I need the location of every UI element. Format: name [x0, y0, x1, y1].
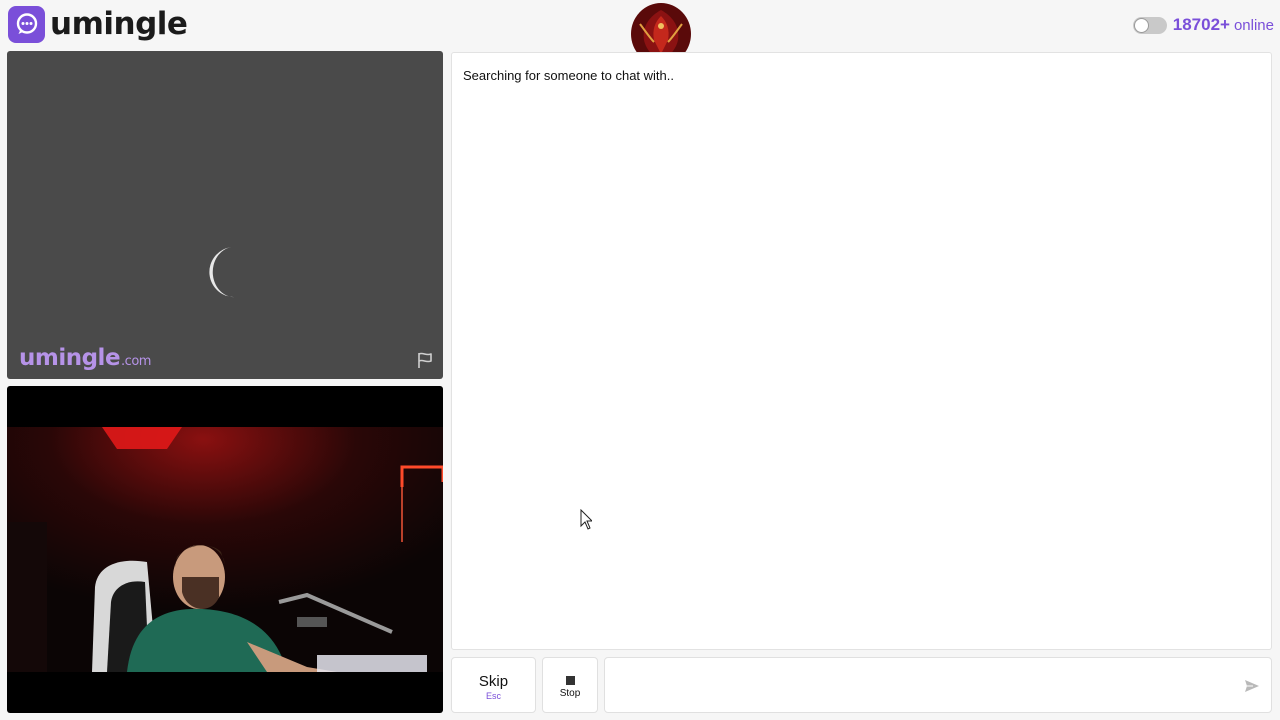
- flag-icon[interactable]: [415, 351, 435, 369]
- local-camera-video: [7, 386, 443, 713]
- brand-logo[interactable]: umingle: [8, 5, 188, 43]
- watermark-tld: .com: [121, 354, 151, 369]
- online-status: 18702+ online: [1132, 14, 1274, 36]
- online-label: online: [1233, 16, 1274, 34]
- theme-toggle[interactable]: [1132, 16, 1167, 34]
- watermark-name: umingle: [19, 345, 121, 371]
- loading-spinner-icon: [199, 237, 263, 301]
- stop-button[interactable]: Stop: [542, 657, 598, 713]
- status-message: Searching for someone to chat with..: [463, 68, 675, 83]
- send-icon[interactable]: [1243, 677, 1261, 695]
- message-box: [604, 657, 1272, 713]
- skip-label: Skip: [478, 673, 509, 690]
- chat-log: Searching for someone to chat with..: [451, 52, 1272, 650]
- stop-label: Stop: [559, 688, 581, 699]
- message-input[interactable]: [615, 666, 1225, 704]
- remote-video: umingle.com: [7, 51, 443, 379]
- skip-button[interactable]: Skip Esc: [451, 657, 536, 713]
- online-count: 18702+: [1172, 15, 1230, 34]
- toggle-knob: [1133, 17, 1149, 33]
- stop-icon: [565, 676, 575, 685]
- camera-feed-image: [7, 427, 443, 672]
- watermark: umingle.com: [19, 345, 151, 371]
- skip-shortcut-hint: Esc: [485, 691, 501, 701]
- chat-bubble-icon: [8, 5, 45, 43]
- brand-name: umingle: [50, 5, 188, 42]
